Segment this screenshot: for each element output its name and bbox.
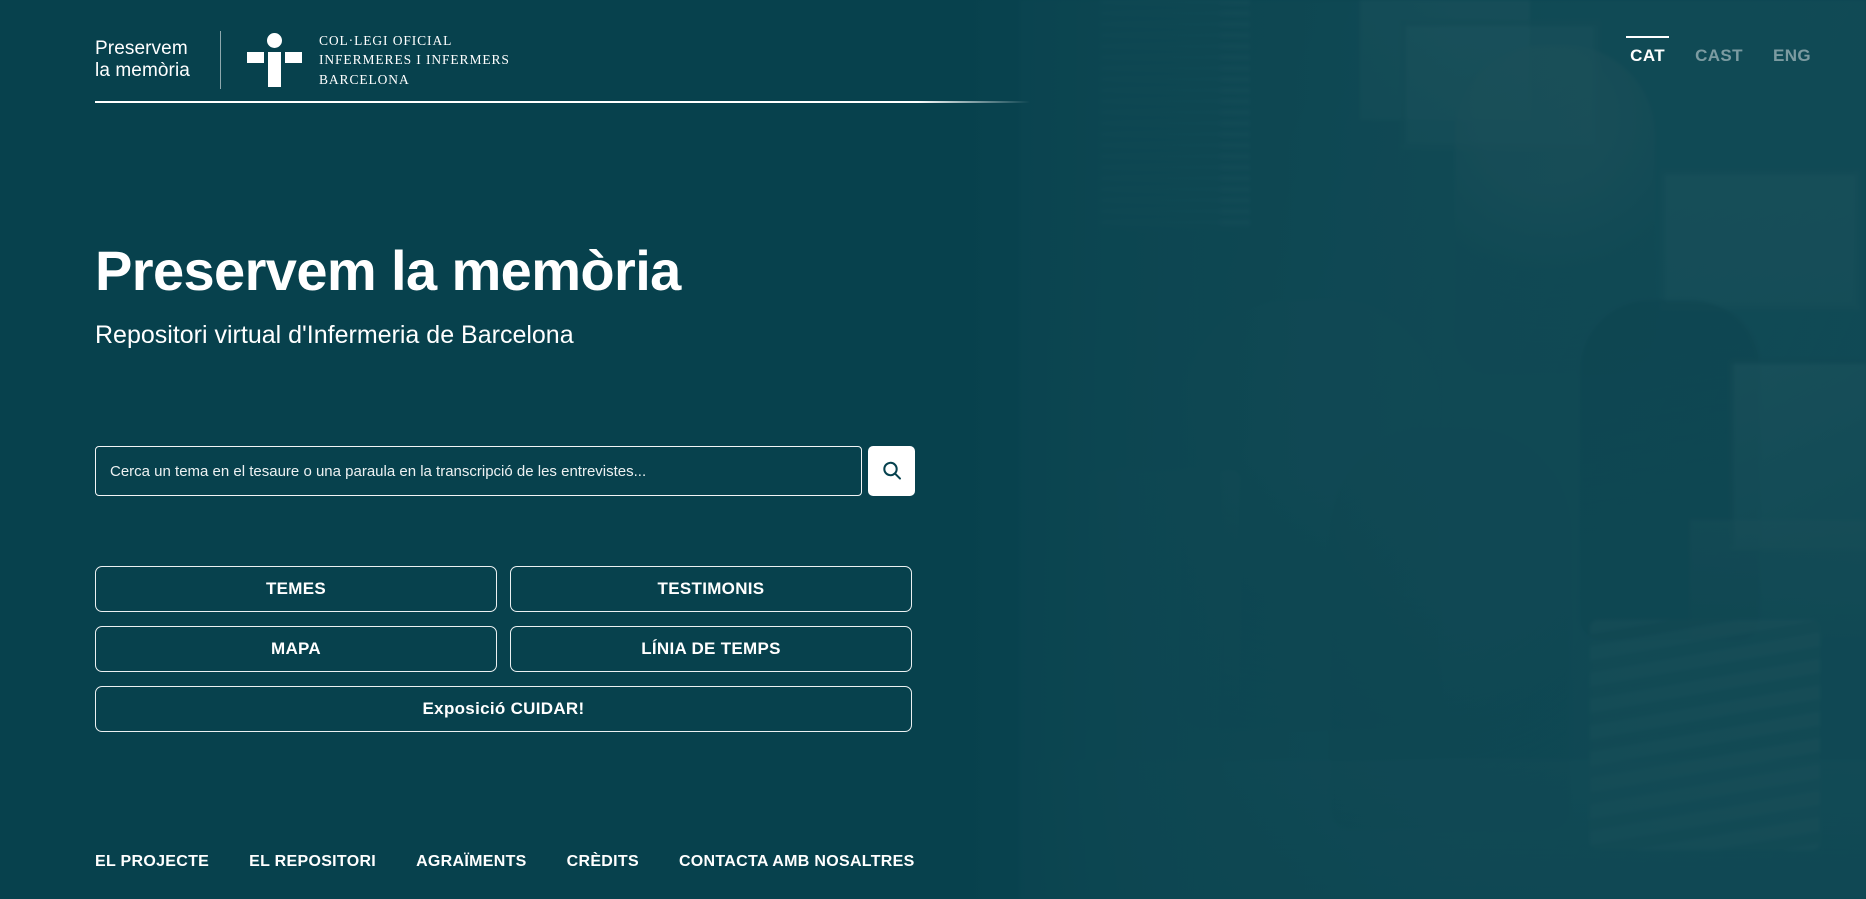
footer-link-el-repositori[interactable]: EL REPOSITORI [249,853,376,871]
organization-logo[interactable]: COL·LEGI OFICIAL INFERMERES I INFERMERS … [246,31,510,88]
footer-link-credits[interactable]: CRÈDITS [567,853,639,871]
search-bar [95,446,915,496]
brand-lockup[interactable]: Preservem la memòria COL·LEGI OFICIAL IN… [95,31,510,89]
homepage: Preservem la memòria COL·LEGI OFICIAL IN… [0,0,1866,899]
brand-divider [219,31,221,89]
footer-link-contacta[interactable]: CONTACTA AMB NOSALTRES [679,853,915,871]
search-button[interactable] [868,446,915,496]
search-input[interactable] [95,446,862,496]
nav-button-exposicio-cuidar[interactable]: Exposició CUIDAR! [95,686,912,732]
site-header: Preservem la memòria COL·LEGI OFICIAL IN… [95,22,1030,98]
brand-name: Preservem la memòria [95,38,190,81]
organization-name: COL·LEGI OFICIAL INFERMERES I INFERMERS … [318,33,510,87]
nav-button-mapa[interactable]: MAPA [95,626,497,672]
primary-navigation: TEMES TESTIMONIS MAPA LÍNIA DE TEMPS Exp… [95,566,912,746]
nav-button-testimonis[interactable]: TESTIMONIS [510,566,912,612]
search-icon [882,461,901,480]
language-option-cat[interactable]: CAT [1626,36,1669,66]
footer-link-agraiments[interactable]: AGRAÏMENTS [416,853,527,871]
header-divider [95,101,1030,103]
language-option-cast[interactable]: CAST [1695,36,1743,66]
page-subtitle: Repositori virtual d'Infermeria de Barce… [95,321,574,349]
nav-button-linia-de-temps[interactable]: LÍNIA DE TEMPS [510,626,912,672]
language-switcher: CAT CAST ENG [1626,36,1811,66]
nav-button-temes[interactable]: TEMES [95,566,497,612]
footer-link-el-projecte[interactable]: EL PROJECTE [95,853,209,871]
language-option-eng[interactable]: ENG [1773,36,1811,66]
nurse-cross-icon [246,33,302,87]
page-title: Preservem la memòria [95,239,681,302]
footer-navigation: EL PROJECTE EL REPOSITORI AGRAÏMENTS CRÈ… [95,853,915,871]
